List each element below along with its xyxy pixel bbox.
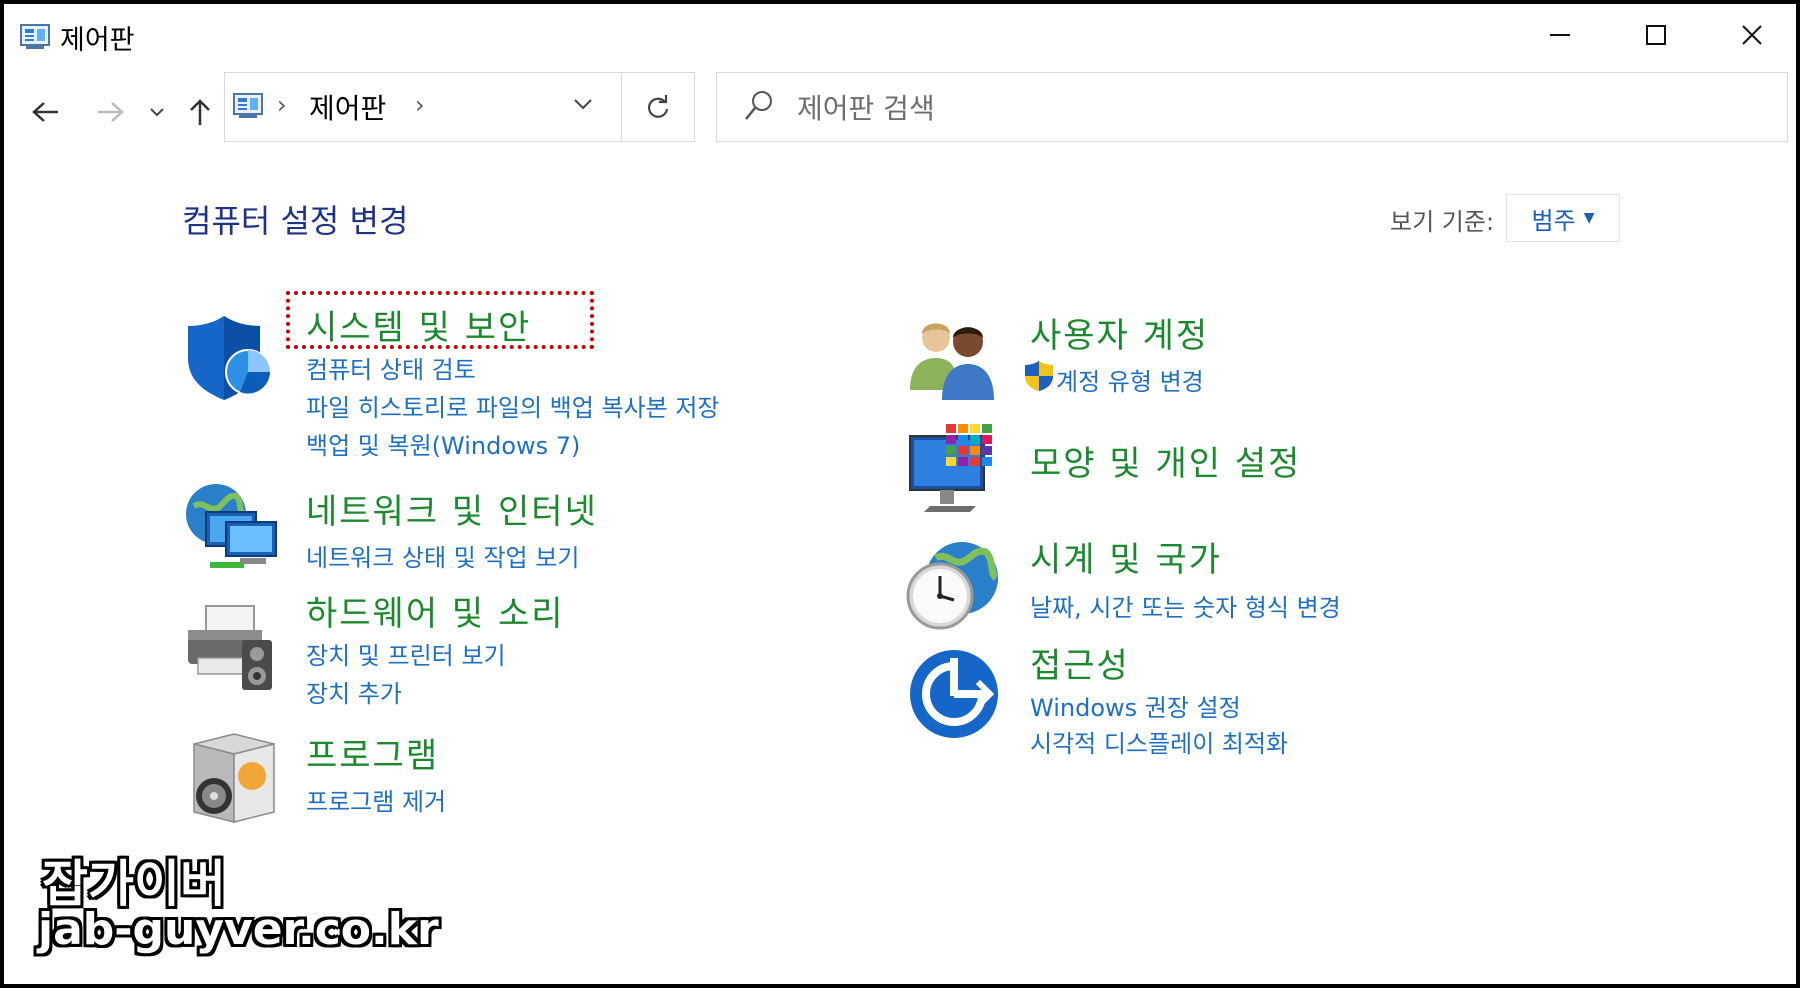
back-button[interactable] (24, 84, 68, 140)
view-by-label: 보기 기준: (1390, 208, 1495, 236)
page-title: 컴퓨터 설정 변경 (182, 202, 409, 240)
window-title: 제어판 (60, 25, 135, 56)
maximize-button[interactable] (1608, 4, 1704, 66)
address-bar[interactable]: › 제어판 › (224, 72, 695, 142)
ease-of-access-icon[interactable] (908, 648, 1004, 744)
recent-chevron-icon (150, 108, 164, 117)
up-arrow-icon (190, 99, 210, 125)
link-windows-recommended-settings[interactable]: Windows 권장 설정 (1030, 688, 1241, 723)
category-title-appearance[interactable]: 모양 및 개인 설정 (1030, 436, 1301, 485)
control-panel-icon (233, 93, 263, 118)
search-icon (745, 91, 772, 120)
search-input[interactable] (795, 83, 1699, 133)
link-uninstall-program[interactable]: 프로그램 제거 (306, 782, 446, 817)
category-title-network-internet[interactable]: 네트워크 및 인터넷 (306, 484, 598, 533)
maximize-icon (1646, 25, 1666, 45)
forward-button[interactable] (88, 84, 132, 140)
breadcrumb-separator[interactable]: › (277, 91, 287, 119)
recent-locations-button[interactable] (144, 84, 170, 140)
hardware-printer-speaker-icon[interactable] (184, 600, 280, 696)
link-file-history-backup[interactable]: 파일 히스토리로 파일의 백업 복사본 저장 (306, 388, 720, 423)
link-optimize-visual-display[interactable]: 시각적 디스플레이 최적화 (1030, 724, 1288, 759)
category-title-user-accounts[interactable]: 사용자 계정 (1030, 308, 1209, 357)
minimize-icon (1550, 34, 1570, 36)
watermark-url: jab-guyver.co.kr (38, 904, 439, 955)
link-review-computer-status[interactable]: 컴퓨터 상태 검토 (306, 350, 476, 385)
category-title-system-security[interactable]: 시스템 및 보안 (306, 300, 531, 349)
control-panel-icon (20, 24, 50, 49)
category-title-ease-of-access[interactable]: 접근성 (1030, 638, 1130, 687)
user-accounts-people-icon[interactable] (906, 310, 1002, 406)
up-button[interactable] (182, 84, 218, 140)
title-bar: 제어판 (4, 4, 1796, 66)
refresh-button[interactable] (621, 73, 695, 141)
link-devices-printers[interactable]: 장치 및 프린터 보기 (306, 636, 506, 671)
category-title-clock-region[interactable]: 시계 및 국가 (1030, 532, 1222, 581)
link-backup-restore[interactable]: 백업 및 복원(Windows 7) (306, 426, 580, 461)
back-arrow-icon (32, 102, 58, 122)
category-title-hardware-sound[interactable]: 하드웨어 및 소리 (306, 586, 565, 635)
dropdown-chevron-icon (574, 99, 592, 110)
minimize-button[interactable] (1512, 4, 1608, 66)
link-add-device[interactable]: 장치 추가 (306, 674, 402, 709)
view-by-dropdown[interactable]: 범주 ▼ (1506, 194, 1620, 242)
network-globe-icon[interactable] (184, 482, 280, 578)
uac-shield-icon (1025, 361, 1053, 391)
clock-globe-icon[interactable] (906, 538, 1002, 634)
link-change-date-time-format[interactable]: 날짜, 시간 또는 숫자 형식 변경 (1030, 588, 1341, 623)
refresh-icon (647, 95, 669, 118)
link-change-account-type[interactable]: 계정 유형 변경 (1056, 362, 1204, 397)
system-security-shield-icon[interactable] (184, 310, 280, 406)
close-button[interactable] (1704, 4, 1796, 66)
search-box[interactable] (716, 72, 1788, 142)
appearance-monitor-icon[interactable] (906, 422, 1002, 518)
programs-box-icon[interactable] (184, 730, 280, 826)
caret-down-icon: ▼ (1583, 210, 1595, 226)
address-dropdown-button[interactable] (572, 93, 594, 119)
category-title-programs[interactable]: 프로그램 (306, 728, 439, 777)
breadcrumb-control-panel[interactable]: 제어판 (309, 87, 386, 127)
control-panel-window: 제어판 › 제어판 › 제어판 검색 컴퓨터 설정 변경 보기 기준: 범주 ▼… (4, 4, 1796, 984)
link-network-status[interactable]: 네트워크 상태 및 작업 보기 (306, 538, 579, 573)
forward-arrow-icon (98, 102, 124, 122)
view-by-value: 범주 (1531, 206, 1576, 235)
close-icon (1742, 25, 1762, 45)
breadcrumb-separator[interactable]: › (415, 91, 425, 119)
